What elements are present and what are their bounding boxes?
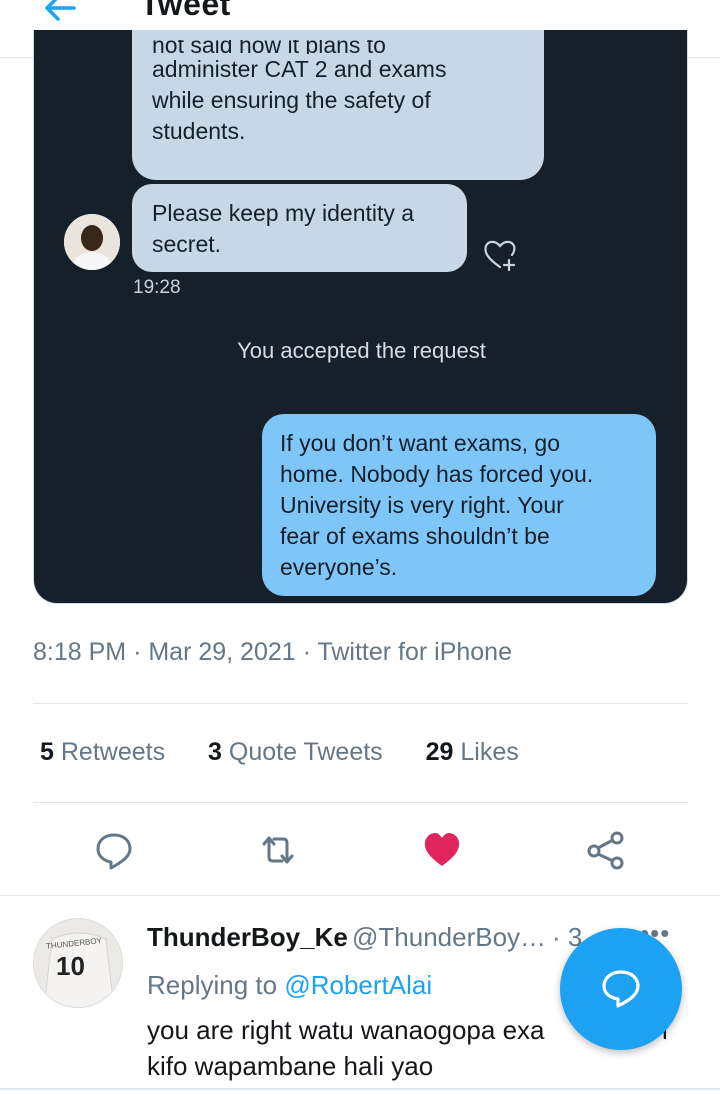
received-message-bubble: Please keep my identity a secret. bbox=[132, 184, 467, 272]
separator: · bbox=[133, 638, 142, 666]
tweet-action-bar bbox=[0, 830, 720, 870]
jersey-number: 10 bbox=[56, 951, 85, 981]
tweet-date: Mar 29, 2021 bbox=[148, 638, 296, 666]
share-icon[interactable] bbox=[586, 830, 626, 870]
reply-author-name[interactable]: ThunderBoy_Ke bbox=[147, 922, 348, 953]
reply-author-handle[interactable]: @ThunderBoy… bbox=[352, 922, 546, 953]
message-line: University is very right. Your bbox=[280, 492, 564, 518]
message-line: not said how it plans to bbox=[152, 40, 386, 54]
divider bbox=[0, 1088, 720, 1090]
replying-to: Replying to @RobertAlai bbox=[147, 970, 433, 1000]
compose-reply-button[interactable] bbox=[560, 928, 682, 1050]
tweet-stats: 5 Retweets 3 Quote Tweets 29 Likes bbox=[40, 738, 555, 767]
divider bbox=[33, 703, 688, 704]
reply-author-avatar[interactable]: THUNDERBOY 10 bbox=[33, 918, 123, 1008]
message-timestamp: 19:28 bbox=[133, 277, 181, 298]
tweet-source-link[interactable]: Twitter for iPhone bbox=[317, 638, 512, 666]
reply-text-line: kifo wapambane hali yao bbox=[147, 1051, 434, 1081]
tweet-timestamp: 8:18 PM · Mar 29, 2021 · Twitter for iPh… bbox=[33, 638, 512, 667]
likes-stat[interactable]: 29 Likes bbox=[426, 738, 519, 767]
mention-link[interactable]: @RobertAlai bbox=[284, 970, 432, 1000]
system-message: You accepted the request bbox=[237, 338, 486, 363]
like-icon[interactable] bbox=[422, 830, 462, 870]
compose-reply-icon bbox=[602, 970, 640, 1008]
message-line: fear of exams shouldn’t be bbox=[280, 523, 550, 549]
sender-avatar bbox=[64, 214, 120, 270]
person-photo-icon bbox=[64, 214, 120, 270]
heart-plus-icon bbox=[484, 240, 516, 272]
reply-icon[interactable] bbox=[94, 830, 134, 870]
retweet-icon[interactable] bbox=[258, 830, 298, 870]
retweets-stat[interactable]: 5 Retweets bbox=[40, 738, 165, 767]
tweet-time: 8:18 PM bbox=[33, 638, 127, 666]
tweet-image[interactable]: not said how it plans to administer CAT … bbox=[33, 30, 688, 604]
sent-message-bubble: If you don’t want exams, go home. Nobody… bbox=[262, 414, 656, 596]
divider bbox=[33, 802, 688, 803]
message-line: administer CAT 2 and exams bbox=[152, 56, 447, 82]
arrow-left-icon[interactable] bbox=[40, 0, 80, 28]
separator: · bbox=[302, 638, 311, 666]
message-line: home. Nobody has forced you. bbox=[280, 461, 594, 487]
message-line: everyone’s. bbox=[280, 554, 398, 580]
quote-tweets-stat[interactable]: 3 Quote Tweets bbox=[208, 738, 383, 767]
divider bbox=[0, 895, 720, 896]
received-message-bubble: not said how it plans to administer CAT … bbox=[132, 30, 544, 180]
message-line: secret. bbox=[152, 231, 222, 257]
page-title: Tweet bbox=[140, 0, 231, 22]
message-line: If you don’t want exams, go bbox=[280, 430, 560, 456]
message-line: students. bbox=[152, 118, 246, 144]
message-line: Please keep my identity a bbox=[152, 200, 415, 226]
message-line: while ensuring the safety of bbox=[152, 87, 431, 113]
